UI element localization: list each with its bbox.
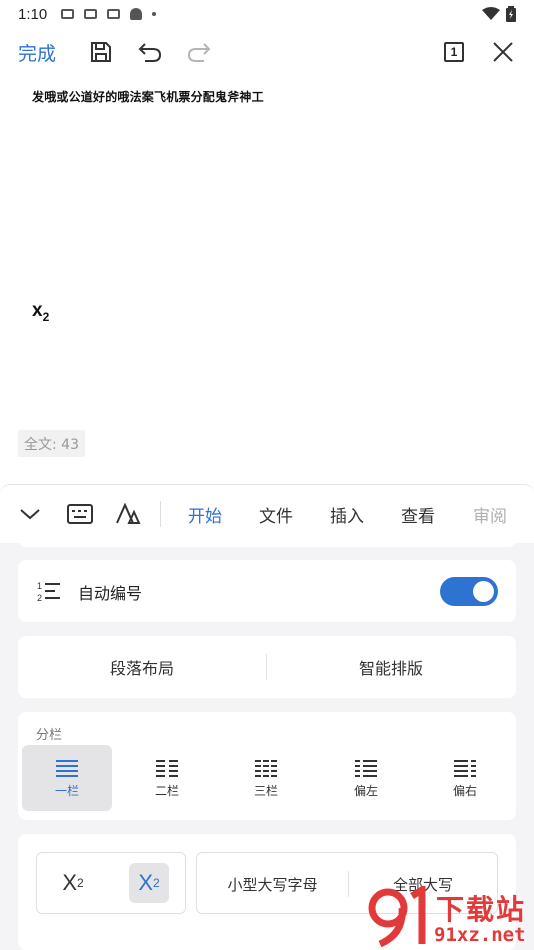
mail-icon (107, 9, 121, 19)
battery-icon (506, 6, 516, 22)
column-option-label: 二栏 (154, 783, 179, 798)
status-bar: 1:10 (0, 0, 534, 28)
panel-tab-bar: 开始 文件 插入 查看 审阅 (0, 485, 534, 543)
close-icon[interactable] (489, 38, 517, 66)
status-time: 1:10 (18, 5, 48, 23)
right-column-icon (454, 759, 476, 777)
document-line-1[interactable]: 发哦或公道好的哦法案飞机票分配鬼斧神工 (32, 88, 264, 105)
mail-icon (84, 9, 98, 19)
document-line-2-base: x (32, 300, 43, 321)
watermark-url: 91xz.net (434, 924, 526, 946)
auto-numbering-card: 12 自动编号 (18, 560, 516, 622)
column-option-label: 一栏 (54, 783, 79, 798)
page-count-icon[interactable]: 1 (440, 38, 468, 66)
watermark-logo-icon (368, 886, 426, 948)
column-option-label: 偏左 (353, 783, 378, 798)
subscript-button[interactable]: X2 (129, 863, 169, 903)
superscript-base: X (62, 870, 77, 895)
smart-layout-button[interactable]: 智能排版 (267, 636, 515, 698)
two-column-icon (156, 759, 178, 777)
mail-icon (61, 9, 75, 19)
keyboard-icon[interactable] (66, 500, 94, 528)
redo-icon[interactable] (185, 38, 213, 66)
svg-text:1: 1 (37, 581, 42, 591)
column-option-label: 三栏 (253, 783, 278, 798)
script-group: X2 X2 (36, 852, 186, 914)
word-count-badge: 全文: 43 (18, 430, 85, 457)
tab-start[interactable]: 开始 (188, 502, 222, 527)
column-option-one[interactable]: 一栏 (22, 745, 112, 811)
columns-card: 分栏 一栏 二栏 三栏 偏左 偏右 (18, 712, 516, 820)
three-column-icon (255, 759, 277, 777)
document-line-2-subscript: 2 (42, 309, 50, 324)
column-option-two[interactable]: 二栏 (122, 745, 212, 811)
more-notifications-icon (152, 12, 157, 16)
columns-title: 分栏 (36, 728, 63, 743)
auto-numbering-toggle[interactable] (440, 577, 498, 606)
wifi-icon (482, 7, 500, 20)
paragraph-card: 段落布局 智能排版 (18, 636, 516, 698)
superscript-button[interactable]: X2 (53, 863, 93, 903)
watermark-text: 下载站 (436, 893, 527, 926)
watermark: 下载站 91xz.net (360, 884, 534, 950)
tab-review[interactable]: 审阅 (473, 502, 507, 527)
column-option-label: 偏右 (452, 783, 477, 798)
undo-icon[interactable] (136, 38, 164, 66)
notification-icons (61, 8, 157, 20)
top-toolbar: 完成 1 (0, 28, 534, 76)
tab-separator (160, 501, 161, 527)
svg-text:2: 2 (37, 593, 42, 603)
left-column-icon (355, 759, 377, 777)
status-right (482, 6, 516, 22)
subscript-mark: 2 (153, 876, 160, 890)
toggle-knob (473, 581, 494, 602)
superscript-mark: 2 (77, 876, 84, 890)
tab-view[interactable]: 查看 (401, 502, 435, 527)
small-caps-button[interactable]: 小型大写字母 (197, 853, 348, 915)
save-icon[interactable] (87, 38, 115, 66)
paragraph-layout-button[interactable]: 段落布局 (18, 636, 266, 698)
subscript-base: X (138, 870, 153, 895)
one-column-icon (56, 759, 78, 777)
auto-numbering-label: 自动编号 (78, 584, 143, 603)
column-option-right[interactable]: 偏右 (420, 745, 510, 811)
text-style-icon[interactable] (114, 500, 142, 528)
collapse-chevron-icon[interactable] (16, 500, 44, 528)
column-option-left[interactable]: 偏左 (321, 745, 411, 811)
done-button[interactable]: 完成 (18, 39, 56, 66)
tab-file[interactable]: 文件 (259, 502, 293, 527)
document-line-2[interactable]: x2 (32, 300, 49, 324)
column-option-three[interactable]: 三栏 (221, 745, 311, 811)
page-count: 1 (444, 42, 464, 62)
tab-insert[interactable]: 插入 (330, 502, 364, 527)
numbered-list-icon: 12 (37, 581, 60, 603)
previous-card-edge (18, 537, 516, 547)
qq-icon (130, 8, 143, 20)
